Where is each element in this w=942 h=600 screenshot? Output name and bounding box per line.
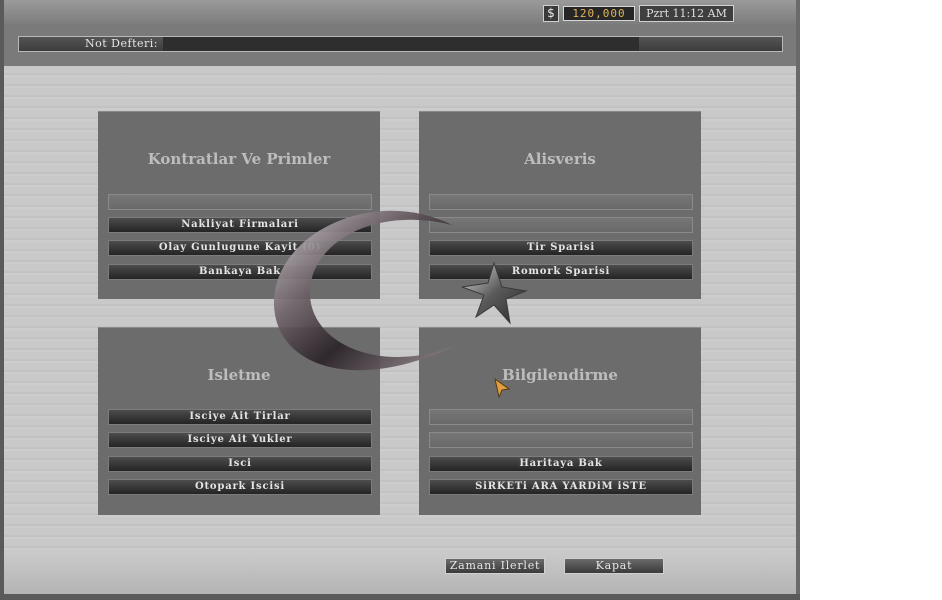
star-shape [461,261,528,325]
crescent-shape [273,210,457,371]
notebook-track: Not Defteri: [18,36,783,52]
dollar-icon: $ [543,5,559,22]
bottom-bar [4,556,796,594]
info-slot-empty [429,409,693,425]
worker-loads-button[interactable]: Isciye Ait Yukler [108,432,372,448]
info-slot-empty [429,432,693,448]
panel-title: Kontratlar Ve Primler [147,150,331,168]
game-clock: Pzrt 11:12 AM [639,5,734,22]
money-display: $ 120,000 [543,5,635,22]
close-button[interactable]: Kapat [564,558,664,574]
game-window: $ 120,000 Pzrt 11:12 AM Not Defteri: Kon… [0,0,800,600]
window-border-right [796,0,800,600]
notebook-bar: Not Defteri: [0,24,800,66]
panel-title: Alisveris [524,150,596,168]
window-border-bottom [0,594,800,600]
call-company-help-button[interactable]: SiRKETi ARA YARDiM iSTE [429,479,693,495]
window-border-left [0,0,4,600]
mouse-cursor-icon [494,378,511,398]
worker-trucks-button[interactable]: Isciye Ait Tirlar [108,409,372,425]
money-value: 120,000 [563,6,635,21]
crescent-star-emblem [273,210,528,371]
worker-button[interactable]: Isci [108,456,372,472]
advance-time-button[interactable]: Zamani Ilerlet [445,558,545,574]
view-map-button[interactable]: Haritaya Bak [429,456,693,472]
notebook-field[interactable] [163,37,639,51]
parking-worker-button[interactable]: Otopark Iscisi [108,479,372,495]
notebook-label: Not Defteri: [85,37,158,50]
top-status-bar: $ 120,000 Pzrt 11:12 AM [0,0,800,24]
